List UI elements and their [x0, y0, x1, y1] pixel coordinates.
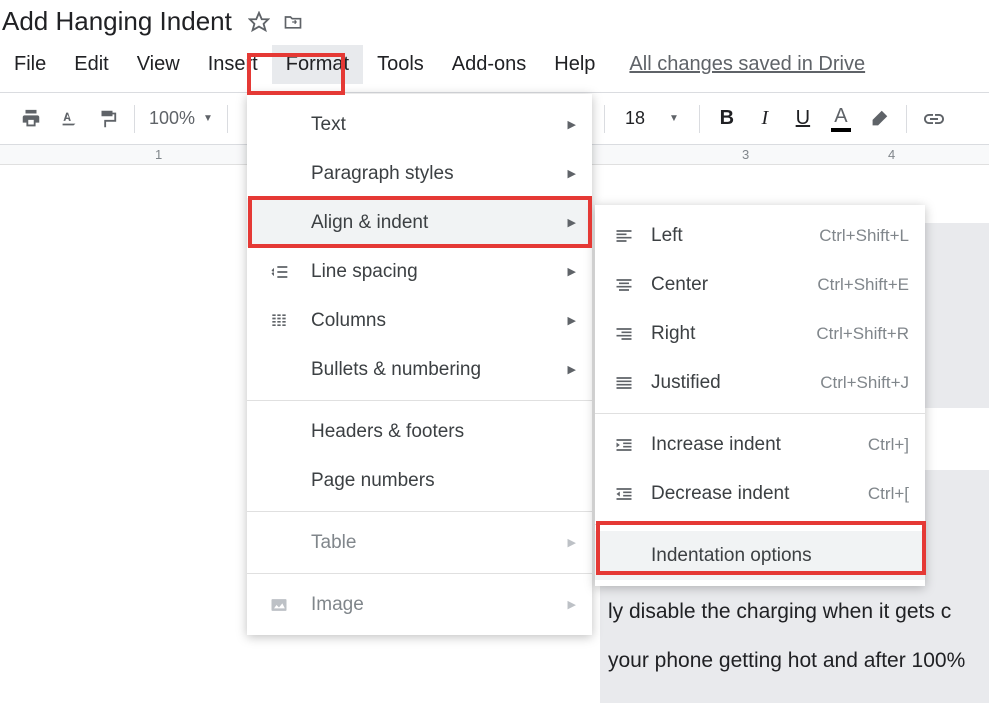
columns-icon: [265, 311, 293, 331]
insert-link-icon[interactable]: [918, 103, 950, 135]
paint-format-icon[interactable]: [91, 103, 123, 135]
align-left-icon: [611, 226, 637, 246]
menu-tools[interactable]: Tools: [363, 45, 438, 84]
format-align-indent[interactable]: Align & indent ▶: [247, 198, 592, 247]
align-justify-icon: [611, 373, 637, 393]
decrease-indent-icon: [611, 484, 637, 504]
submenu-arrow-icon: ▶: [568, 363, 576, 376]
line-spacing-icon: [265, 262, 293, 282]
submenu-arrow-icon: ▶: [568, 167, 576, 180]
move-folder-icon[interactable]: [281, 10, 305, 34]
submenu-arrow-icon: ▶: [568, 265, 576, 278]
format-table: Table ▶: [247, 518, 592, 567]
fontsize-selector[interactable]: 18▼: [613, 108, 691, 129]
print-icon[interactable]: [15, 103, 47, 135]
format-bullets-numbering[interactable]: Bullets & numbering ▶: [247, 345, 592, 394]
highlight-button[interactable]: [863, 103, 895, 135]
format-image: Image ▶: [247, 580, 592, 629]
spellcheck-icon[interactable]: [53, 103, 85, 135]
align-indent-submenu: Left Ctrl+Shift+L Center Ctrl+Shift+E Ri…: [595, 205, 925, 586]
submenu-arrow-icon: ▶: [568, 314, 576, 327]
indentation-options[interactable]: Indentation options: [595, 531, 925, 580]
align-justified[interactable]: Justified Ctrl+Shift+J: [595, 358, 925, 407]
align-left[interactable]: Left Ctrl+Shift+L: [595, 211, 925, 260]
italic-button[interactable]: I: [749, 103, 781, 135]
menu-file[interactable]: File: [0, 45, 60, 84]
format-page-numbers[interactable]: Page numbers: [247, 456, 592, 505]
submenu-arrow-icon: ▶: [568, 118, 576, 131]
format-paragraph-styles[interactable]: Paragraph styles ▶: [247, 149, 592, 198]
zoom-selector[interactable]: 100%▼: [143, 108, 219, 129]
image-icon: [265, 595, 293, 615]
submenu-arrow-icon: ▶: [568, 598, 576, 611]
bold-button[interactable]: B: [711, 103, 743, 135]
format-columns[interactable]: Columns ▶: [247, 296, 592, 345]
align-center-icon: [611, 275, 637, 295]
align-right-icon: [611, 324, 637, 344]
text-color-button[interactable]: A: [825, 103, 857, 135]
star-icon[interactable]: [247, 10, 271, 34]
underline-button[interactable]: U: [787, 103, 819, 135]
format-text[interactable]: Text ▶: [247, 100, 592, 149]
format-headers-footers[interactable]: Headers & footers: [247, 407, 592, 456]
menu-edit[interactable]: Edit: [60, 45, 122, 84]
align-center[interactable]: Center Ctrl+Shift+E: [595, 260, 925, 309]
menu-insert[interactable]: Insert: [194, 45, 272, 84]
menu-view[interactable]: View: [123, 45, 194, 84]
menu-help[interactable]: Help: [540, 45, 609, 84]
menu-format[interactable]: Format: [272, 45, 363, 84]
format-line-spacing[interactable]: Line spacing ▶: [247, 247, 592, 296]
decrease-indent[interactable]: Decrease indent Ctrl+[: [595, 469, 925, 518]
increase-indent-icon: [611, 435, 637, 455]
format-dropdown: Text ▶ Paragraph styles ▶ Align & indent…: [247, 94, 592, 635]
document-title[interactable]: Add Hanging Indent: [0, 6, 242, 37]
align-right[interactable]: Right Ctrl+Shift+R: [595, 309, 925, 358]
submenu-arrow-icon: ▶: [568, 536, 576, 549]
submenu-arrow-icon: ▶: [568, 216, 576, 229]
increase-indent[interactable]: Increase indent Ctrl+]: [595, 420, 925, 469]
menu-addons[interactable]: Add-ons: [438, 45, 541, 84]
save-status[interactable]: All changes saved in Drive: [629, 53, 865, 76]
